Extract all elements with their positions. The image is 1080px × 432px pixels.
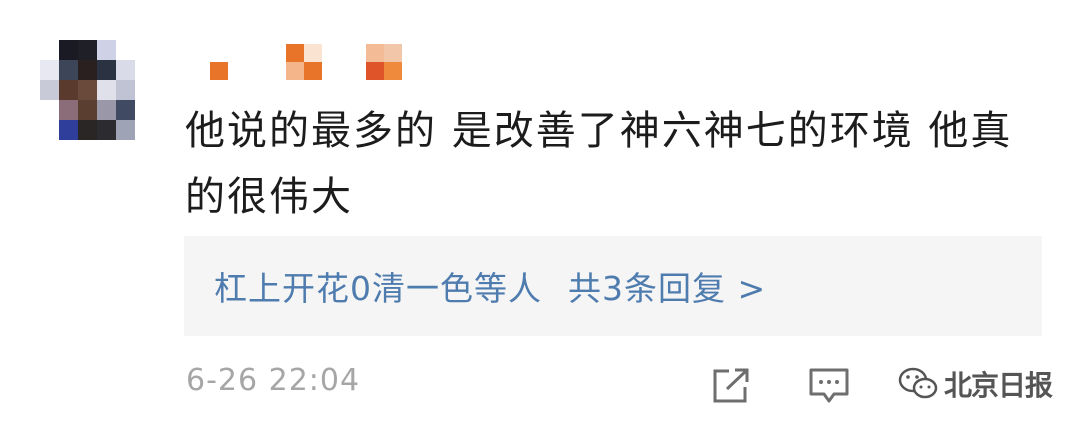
watermark-text: 北京日报: [944, 369, 1053, 402]
reply-usernames: 杠上开花0清一色等人: [214, 269, 542, 308]
comment-text: 他说的最多的 是改善了神六神七的环境 他真的很伟大: [185, 108, 1013, 220]
reply-count: 共3条回复 >: [568, 269, 767, 308]
comment-item: 他说的最多的 是改善了神六神七的环境 他真的很伟大 杠上开花0清一色等人 共3条…: [0, 0, 1080, 432]
comment-icon[interactable]: [808, 367, 850, 405]
watermark: 北京日报: [898, 364, 1053, 404]
share-icon[interactable]: [711, 367, 753, 405]
comment-timestamp: 6-26 22:04: [186, 363, 361, 398]
username[interactable]: [210, 44, 410, 84]
wechat-icon: [898, 367, 938, 399]
avatar[interactable]: [40, 40, 154, 140]
replies-link[interactable]: 杠上开花0清一色等人 共3条回复 >: [184, 236, 1042, 336]
